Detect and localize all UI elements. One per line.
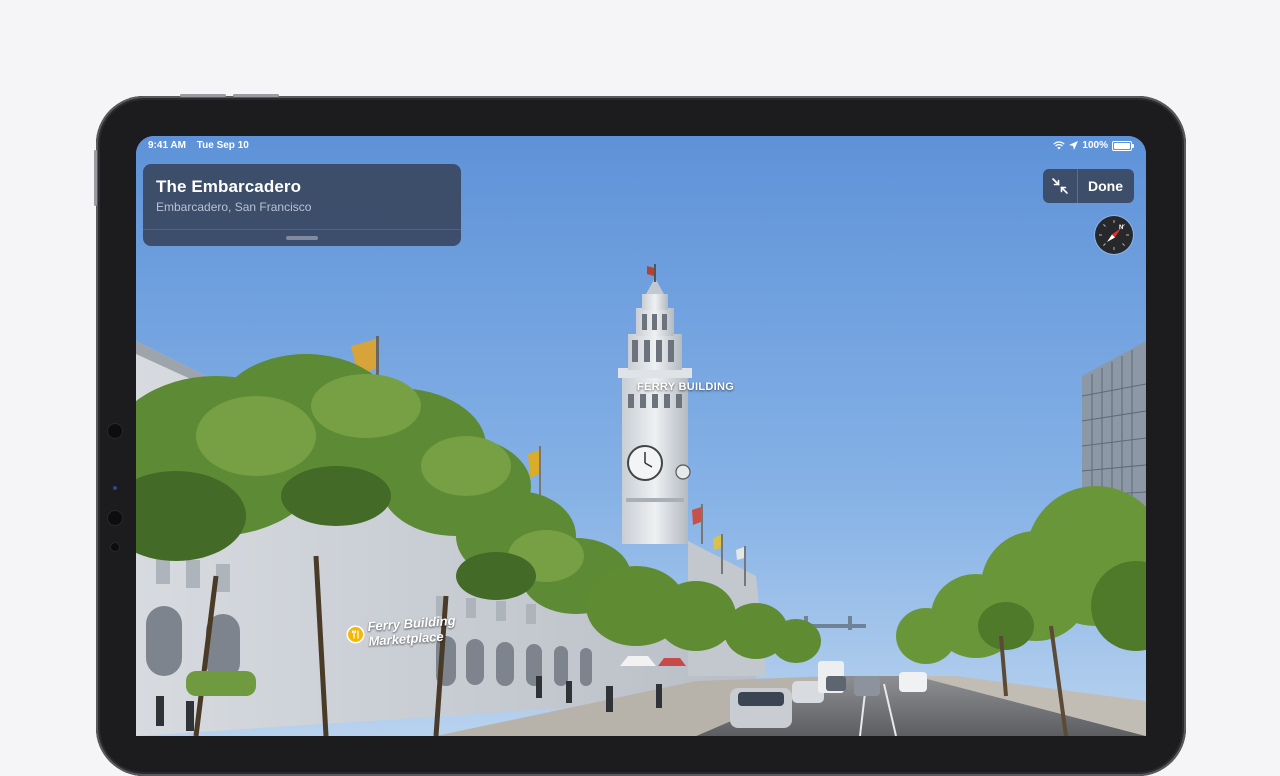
poi-label-marketplace[interactable]: Ferry Building Marketplace bbox=[367, 613, 457, 649]
svg-text:N: N bbox=[1119, 225, 1123, 231]
look-around-controls: Done bbox=[1043, 169, 1134, 203]
look-around-screen[interactable]: 9:41 AM Tue Sep 10 100% The Embarcadero … bbox=[136, 136, 1146, 736]
status-bar: 9:41 AM Tue Sep 10 100% bbox=[136, 136, 1146, 156]
collapse-button[interactable] bbox=[1043, 169, 1078, 203]
side-button bbox=[94, 150, 97, 206]
place-subtitle: Embarcadero, San Francisco bbox=[156, 200, 312, 214]
fork-knife-icon bbox=[351, 630, 359, 639]
top-button-right bbox=[233, 94, 279, 97]
location-arrow-icon bbox=[1069, 141, 1079, 150]
status-date: Tue Sep 10 bbox=[196, 140, 249, 151]
place-title: The Embarcadero bbox=[156, 177, 302, 196]
restaurant-pin-icon[interactable] bbox=[348, 627, 363, 642]
card-divider bbox=[143, 229, 461, 230]
status-time: 9:41 AM bbox=[148, 140, 186, 151]
front-camera-2 bbox=[107, 510, 123, 526]
battery-icon bbox=[1112, 140, 1134, 151]
sensor-dot bbox=[113, 486, 117, 490]
card-grabber-handle[interactable] bbox=[286, 236, 318, 240]
front-camera-3 bbox=[110, 542, 120, 552]
done-button[interactable]: Done bbox=[1077, 169, 1134, 203]
compass-icon: N bbox=[1099, 220, 1129, 250]
front-camera bbox=[107, 423, 123, 439]
wifi-icon bbox=[1053, 141, 1066, 150]
compass-button[interactable]: N bbox=[1095, 216, 1133, 254]
collapse-arrows-icon bbox=[1052, 178, 1068, 194]
place-card[interactable]: The Embarcadero Embarcadero, San Francis… bbox=[143, 164, 461, 246]
top-button-left bbox=[180, 94, 226, 97]
battery-percent: 100% bbox=[1082, 140, 1108, 151]
landmark-label[interactable]: FERRY BUILDING bbox=[637, 381, 734, 393]
